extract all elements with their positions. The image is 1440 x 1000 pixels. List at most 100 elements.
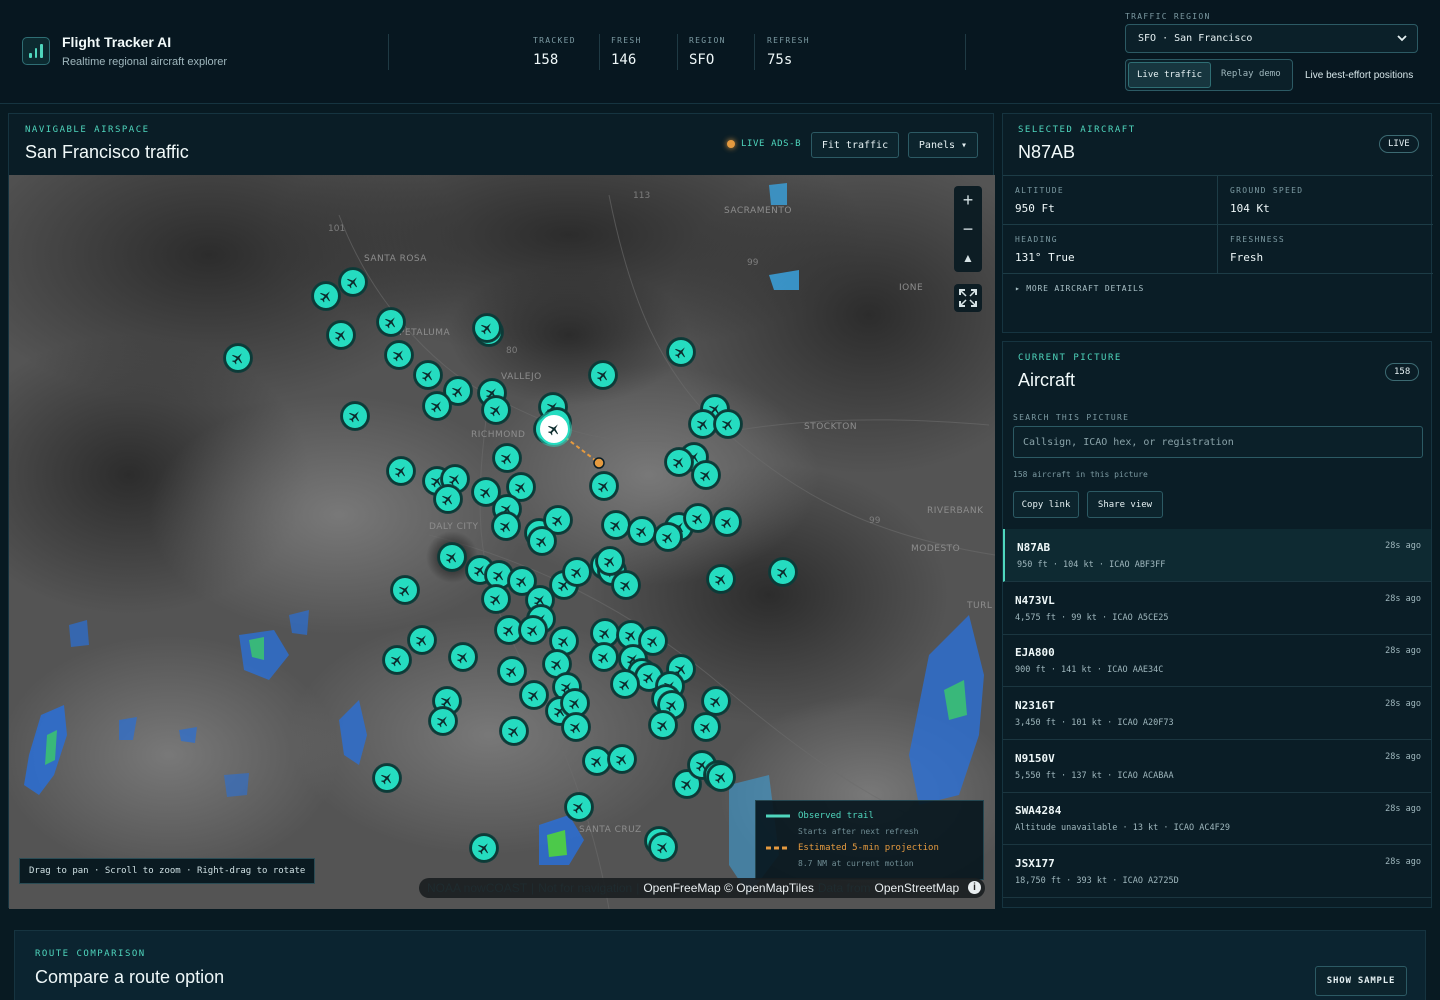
- aircraft-marker[interactable]: [607, 744, 637, 774]
- aircraft-marker[interactable]: [492, 443, 522, 473]
- aircraft-marker[interactable]: [691, 460, 721, 490]
- aircraft-marker[interactable]: [407, 625, 437, 655]
- stat-fresh: FRESH 146: [611, 36, 642, 68]
- aircraft-marker[interactable]: [706, 762, 736, 792]
- more-details-toggle[interactable]: ▸ MORE AIRCRAFT DETAILS: [1015, 284, 1144, 293]
- aircraft-marker[interactable]: [376, 307, 406, 337]
- aircraft-row[interactable]: EJA800 900 ft · 141 kt · ICAO AAE34C 28s a…: [1003, 634, 1431, 687]
- aircraft-marker[interactable]: [610, 669, 640, 699]
- aircraft-marker[interactable]: [683, 503, 713, 533]
- replay-demo-button[interactable]: Replay demo: [1213, 62, 1289, 88]
- aircraft-marker[interactable]: [491, 511, 521, 541]
- aircraft-marker[interactable]: [472, 313, 502, 343]
- aircraft-marker[interactable]: [562, 557, 592, 587]
- projection-swatch: [766, 846, 790, 850]
- aircraft-marker[interactable]: [589, 471, 619, 501]
- trail-legend: Observed trail Starts after next refresh…: [755, 800, 984, 880]
- fit-traffic-button[interactable]: Fit traffic: [811, 132, 899, 158]
- aircraft-marker[interactable]: [664, 447, 694, 477]
- aircraft-marker[interactable]: [499, 716, 529, 746]
- openstreetmap-link[interactable]: OpenStreetMap: [875, 881, 960, 895]
- aircraft-row[interactable]: N2316T 3,450 ft · 101 kt · ICAO A20F73 28s…: [1003, 687, 1431, 740]
- aircraft-marker[interactable]: [481, 584, 511, 614]
- aircraft-marker[interactable]: [713, 409, 743, 439]
- expand-icon: [959, 289, 977, 307]
- aircraft-marker[interactable]: [481, 395, 511, 425]
- map-canvas[interactable]: SANTA ROSA SACRAMENTO IONE VALLEJO PETALUMA R…: [9, 175, 995, 909]
- place-label: IONE: [899, 283, 923, 293]
- panels-button[interactable]: Panels ▾: [908, 132, 978, 158]
- aircraft-row[interactable]: JSX177 18,750 ft · 393 kt · ICAO A2725D 28…: [1003, 845, 1431, 898]
- zoom-in-button[interactable]: +: [954, 186, 982, 214]
- aircraft-row[interactable]: SWA4284 Altitude unavailable · 13 kt · IC…: [1003, 792, 1431, 845]
- aircraft-marker[interactable]: [601, 510, 631, 540]
- show-sample-button[interactable]: SHOW SAMPLE: [1315, 966, 1407, 996]
- aircraft-marker[interactable]: [527, 526, 557, 556]
- projection-label: Estimated 5-min projection: [798, 843, 939, 853]
- aircraft-marker[interactable]: [768, 557, 798, 587]
- brand: Flight Tracker AI Realtime regional airc…: [22, 34, 227, 68]
- aircraft-marker[interactable]: [382, 645, 412, 675]
- aircraft-marker[interactable]: [648, 710, 678, 740]
- aircraft-marker[interactable]: [413, 360, 443, 390]
- aircraft-marker[interactable]: [469, 833, 499, 863]
- aircraft-marker[interactable]: [422, 391, 452, 421]
- map-attribution: NOAA nowCOAST | Not for navigation | Ope…: [419, 878, 985, 898]
- aircraft-marker[interactable]: [384, 340, 414, 370]
- aircraft-marker[interactable]: [653, 522, 683, 552]
- share-view-button[interactable]: Share view: [1087, 491, 1163, 518]
- aircraft-marker[interactable]: [519, 680, 549, 710]
- aircraft-row[interactable]: N9150V 5,550 ft · 137 kt · ICAO ACABAA 28s…: [1003, 740, 1431, 793]
- aircraft-row[interactable]: N473VL 4,575 ft · 99 kt · ICAO A5CE25 28s …: [1003, 582, 1431, 635]
- aircraft-marker[interactable]: [706, 564, 736, 594]
- aircraft-marker[interactable]: [595, 546, 625, 576]
- search-label: SEARCH THIS PICTURE: [1013, 413, 1130, 422]
- aircraft-marker[interactable]: [386, 456, 416, 486]
- aircraft-marker[interactable]: [311, 281, 341, 311]
- aircraft-marker[interactable]: [437, 542, 467, 572]
- selected-callsign: N87AB: [1018, 142, 1076, 162]
- aircraft-marker[interactable]: [701, 686, 731, 716]
- copy-link-button[interactable]: Copy link: [1013, 491, 1079, 518]
- observed-trail-note: Starts after next refresh: [798, 827, 919, 836]
- aircraft-marker[interactable]: [428, 706, 458, 736]
- aircraft-marker[interactable]: [561, 712, 591, 742]
- search-input[interactable]: Callsign, ICAO hex, or registration: [1013, 426, 1423, 458]
- region-select[interactable]: SFO · San Francisco: [1125, 24, 1418, 53]
- aircraft-marker[interactable]: [564, 792, 594, 822]
- route-number-label: 99: [869, 516, 881, 526]
- zoom-out-button[interactable]: −: [954, 215, 982, 243]
- aircraft-row[interactable]: N87AB 950 ft · 104 kt · ICAO ABF3FF 28s ag…: [1003, 529, 1431, 582]
- compass-button[interactable]: ▲: [954, 244, 982, 272]
- aircraft-marker[interactable]: [588, 360, 618, 390]
- info-icon[interactable]: i: [968, 881, 981, 894]
- aircraft-marker[interactable]: [448, 642, 478, 672]
- fullscreen-button[interactable]: [954, 284, 982, 312]
- openfreemap-link[interactable]: OpenFreeMap © OpenMapTiles: [643, 881, 813, 895]
- aircraft-marker[interactable]: [340, 401, 370, 431]
- selected-aircraft-marker[interactable]: [536, 411, 572, 447]
- aircraft-marker[interactable]: [326, 320, 356, 350]
- aircraft-marker[interactable]: [666, 337, 696, 367]
- airspace-map[interactable]: SANTA ROSA SACRAMENTO IONE VALLEJO PETALUMA R…: [9, 175, 995, 909]
- aircraft-marker[interactable]: [518, 615, 548, 645]
- aircraft-marker[interactable]: [627, 516, 657, 546]
- aircraft-marker[interactable]: [390, 575, 420, 605]
- aircraft-marker[interactable]: [497, 656, 527, 686]
- aircraft-marker[interactable]: [648, 832, 678, 862]
- place-label: VALLEJO: [501, 372, 542, 382]
- observed-trail-label: Observed trail: [798, 811, 874, 821]
- zoom-controls: + − ▲: [954, 186, 982, 272]
- aircraft-marker[interactable]: [338, 267, 368, 297]
- aircraft-marker[interactable]: [589, 642, 619, 672]
- aircraft-marker[interactable]: [712, 507, 742, 537]
- field-freshness: FRESHNESS Fresh: [1218, 225, 1433, 274]
- live-traffic-button[interactable]: Live traffic: [1128, 62, 1212, 88]
- aircraft-marker[interactable]: [691, 712, 721, 742]
- aircraft-marker[interactable]: [223, 343, 253, 373]
- field-altitude: ALTITUDE 950 Ft: [1003, 176, 1218, 225]
- aircraft-marker[interactable]: [372, 763, 402, 793]
- app-subtitle: Realtime regional aircraft explorer: [62, 56, 228, 68]
- aircraft-marker[interactable]: [433, 484, 463, 514]
- place-label: MODESTO: [911, 544, 960, 554]
